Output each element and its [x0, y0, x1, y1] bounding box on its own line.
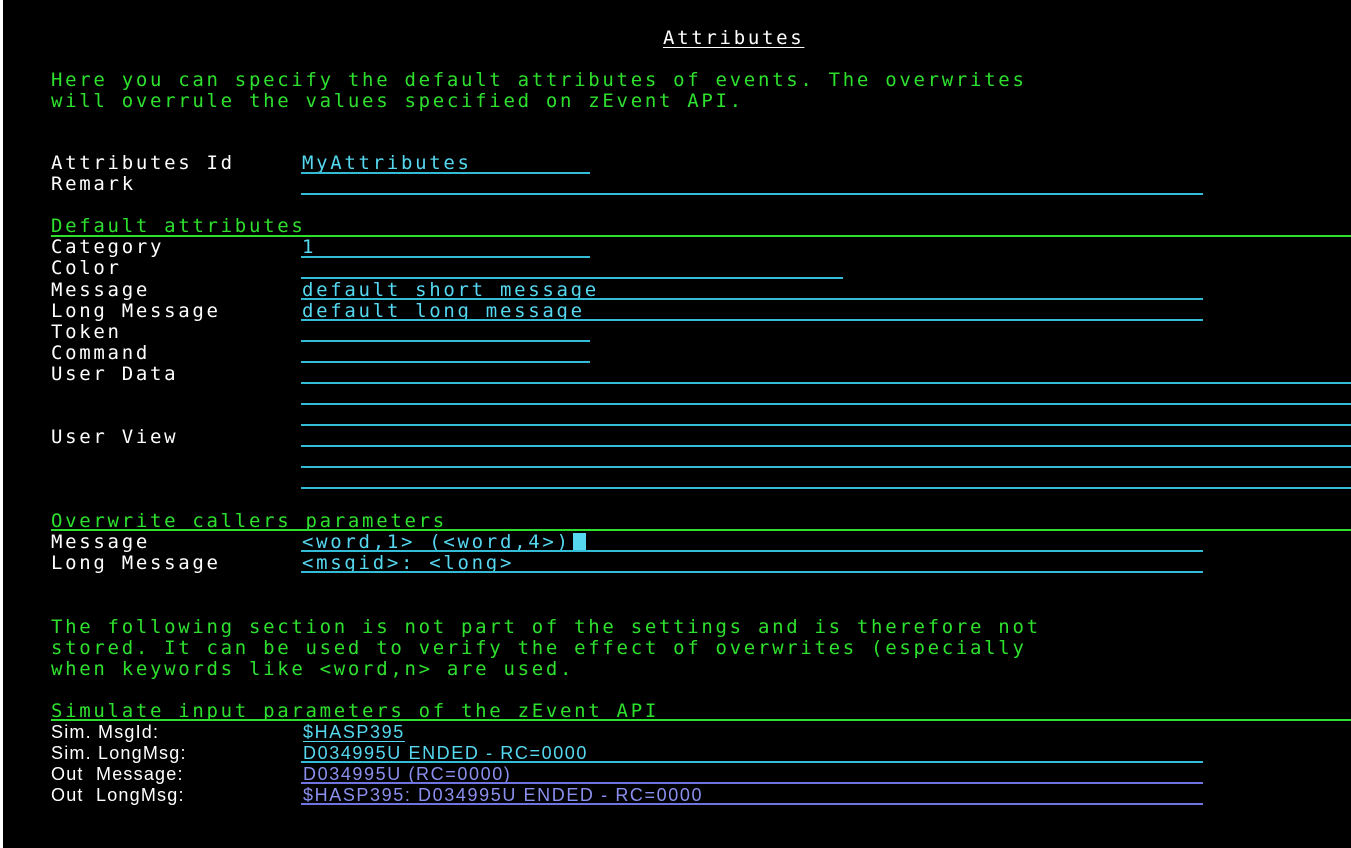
long-message-underline — [301, 319, 1203, 321]
message-label: Message — [51, 279, 150, 301]
long-message-label: Long Message — [51, 300, 221, 322]
default-attributes-rule — [51, 235, 1351, 237]
command-underline — [301, 361, 590, 363]
user-view-field-3[interactable] — [301, 466, 1351, 468]
page-title: Attributes — [663, 27, 805, 49]
overwrite-message-label: Message — [51, 531, 150, 553]
sim-msgid-label: Sim. MsgId: — [51, 722, 160, 742]
token-underline — [301, 340, 590, 342]
out-longmsg-underline — [301, 803, 1203, 805]
sim-longmsg-label: Sim. LongMsg: — [51, 743, 187, 763]
category-underline — [301, 256, 590, 258]
out-longmsg-label: Out LongMsg: — [51, 785, 185, 805]
user-view-field-2[interactable] — [301, 445, 1351, 447]
note-line-2: stored. It can be used to verify the eff… — [51, 637, 1027, 659]
text-cursor — [572, 533, 586, 551]
command-label: Command — [51, 342, 150, 364]
intro-line-2: will overrule the values specified on zE… — [51, 90, 744, 112]
remark-label: Remark — [51, 173, 136, 195]
user-view-label: User View — [51, 426, 179, 448]
terminal-screen: Attributes Here you can specify the defa… — [0, 0, 1351, 848]
overwrite-long-message-label: Long Message — [51, 552, 221, 574]
category-label: Category — [51, 236, 165, 258]
user-data-label: User Data — [51, 363, 179, 385]
user-data-field-1[interactable] — [301, 382, 1351, 384]
simulate-rule — [51, 719, 1351, 721]
user-view-field-1[interactable] — [301, 424, 1351, 426]
attributes-id-underline — [301, 172, 590, 174]
token-label: Token — [51, 321, 122, 343]
out-message-underline — [301, 782, 1203, 784]
user-view-field-4[interactable] — [301, 487, 1351, 489]
remark-underline — [301, 193, 1203, 195]
category-field[interactable]: 1 — [302, 237, 316, 258]
user-data-field-2[interactable] — [301, 403, 1351, 405]
note-line-3: when keywords like <word,n> are used. — [51, 658, 575, 680]
sim-longmsg-underline — [301, 761, 1203, 763]
out-message-label: Out Message: — [51, 764, 184, 784]
color-label: Color — [51, 257, 122, 279]
overwrite-rule — [51, 529, 1351, 531]
attributes-id-label: Attributes Id — [51, 152, 235, 174]
sim-msgid-field[interactable]: $HASP395 — [303, 722, 405, 743]
default-attributes-heading: Default attributes — [51, 215, 306, 237]
overwrite-long-message-underline — [301, 571, 1203, 573]
attributes-id-field[interactable]: MyAttributes — [302, 153, 472, 174]
intro-line-1: Here you can specify the default attribu… — [51, 69, 1027, 91]
note-line-1: The following section is not part of the… — [51, 616, 1041, 638]
